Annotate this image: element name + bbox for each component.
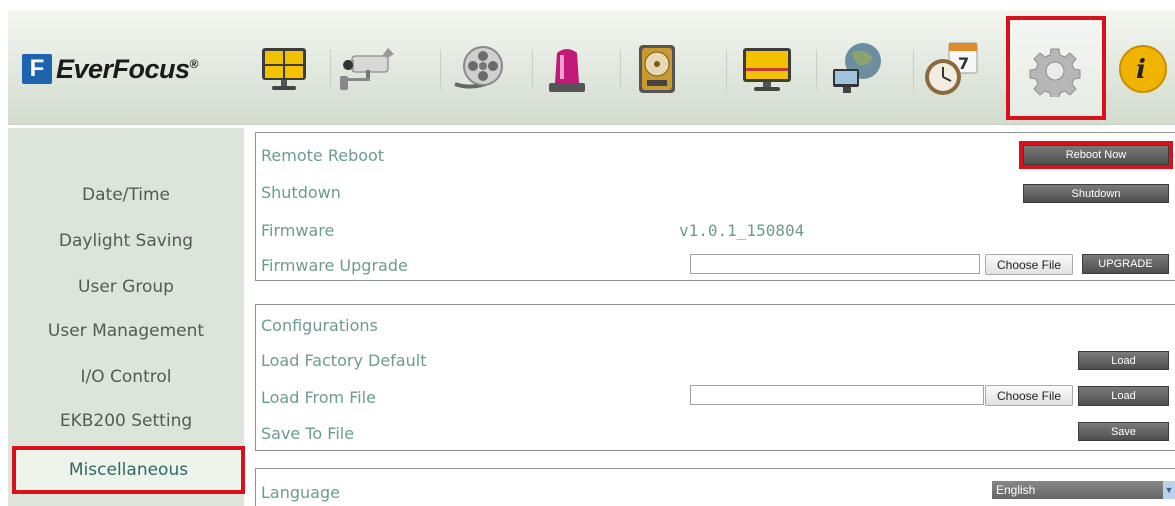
language-select[interactable]: English ▼ bbox=[992, 481, 1175, 499]
firmware-file-input[interactable] bbox=[690, 254, 980, 274]
hard-drive-icon[interactable] bbox=[626, 38, 688, 100]
chevron-down-icon: ▼ bbox=[1163, 481, 1175, 499]
remote-reboot-label: Remote Reboot bbox=[261, 146, 385, 165]
firmware-label: Firmware bbox=[261, 221, 335, 240]
upgrade-button[interactable]: UPGRADE bbox=[1082, 254, 1169, 274]
svg-text:i: i bbox=[1136, 55, 1146, 85]
firmware-version: v1.0.1_150804 bbox=[679, 221, 805, 240]
save-to-file-button[interactable]: Save bbox=[1078, 422, 1169, 441]
sidebar: Date/Time Daylight Saving User Group Use… bbox=[8, 128, 245, 506]
language-label: Language bbox=[261, 483, 340, 502]
info-icon[interactable]: i bbox=[1113, 38, 1173, 100]
sidebar-item-user-management[interactable]: User Management bbox=[8, 316, 244, 346]
everfocus-logo: F EverFocus® bbox=[22, 52, 198, 86]
load-from-file-button[interactable]: Load bbox=[1078, 386, 1169, 406]
sidebar-item-ekb200-setting[interactable]: EKB200 Setting bbox=[8, 406, 244, 436]
camera-icon[interactable] bbox=[336, 38, 398, 100]
svg-text:7: 7 bbox=[958, 54, 969, 73]
load-from-file-label: Load From File bbox=[261, 388, 376, 407]
shutdown-label: Shutdown bbox=[261, 183, 341, 202]
load-factory-default-label: Load Factory Default bbox=[261, 351, 427, 370]
alarm-light-icon[interactable] bbox=[536, 38, 598, 100]
network-globe-icon[interactable] bbox=[826, 38, 888, 100]
top-toolbar: F EverFocus® 7 i bbox=[8, 10, 1175, 125]
load-factory-default-button[interactable]: Load bbox=[1078, 351, 1169, 370]
sidebar-item-daylight-saving[interactable]: Daylight Saving bbox=[8, 226, 244, 256]
firmware-upgrade-label: Firmware Upgrade bbox=[261, 256, 408, 275]
save-to-file-label: Save To File bbox=[261, 424, 355, 443]
shutdown-button[interactable]: Shutdown bbox=[1023, 184, 1169, 203]
live-view-icon[interactable] bbox=[253, 38, 315, 100]
system-panel: Remote Reboot Reboot Now Shutdown Shutdo… bbox=[255, 132, 1175, 281]
playback-reel-icon[interactable] bbox=[448, 38, 510, 100]
display-monitor-icon[interactable] bbox=[736, 38, 798, 100]
sidebar-item-miscellaneous[interactable]: Miscellaneous bbox=[12, 446, 245, 494]
config-choose-file-button[interactable]: Choose File bbox=[985, 385, 1073, 406]
config-file-input[interactable] bbox=[690, 385, 984, 405]
configurations-title: Configurations bbox=[261, 316, 378, 335]
sidebar-item-user-group[interactable]: User Group bbox=[8, 272, 244, 302]
reboot-now-button[interactable]: Reboot Now bbox=[1019, 141, 1173, 169]
configurations-panel: Configurations Load Factory Default Load… bbox=[255, 304, 1175, 451]
sidebar-item-date-time[interactable]: Date/Time bbox=[8, 180, 244, 210]
firmware-choose-file-button[interactable]: Choose File bbox=[985, 254, 1073, 275]
logo-text: EverFocus bbox=[56, 53, 190, 84]
settings-gear-icon[interactable] bbox=[1024, 40, 1086, 102]
logo-mark: F bbox=[22, 54, 52, 84]
schedule-clock-icon[interactable]: 7 bbox=[920, 38, 982, 100]
sidebar-item-io-control[interactable]: I/O Control bbox=[8, 362, 244, 392]
